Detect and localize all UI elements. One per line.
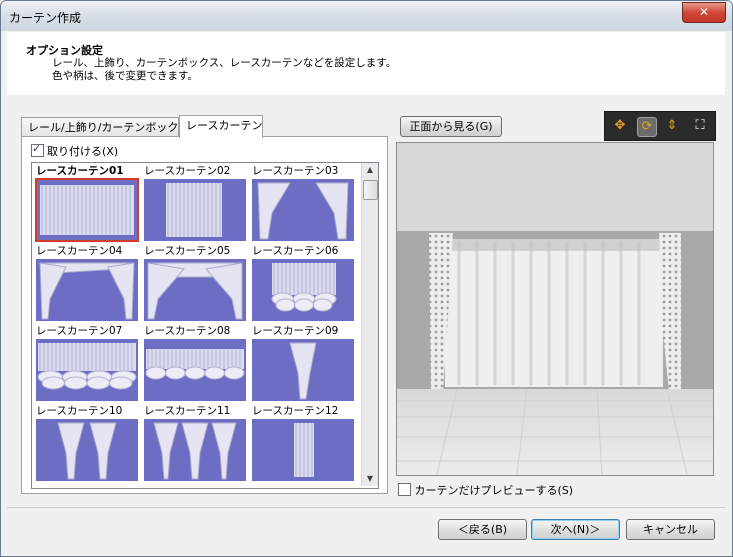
curtain-thumbnail[interactable] [36, 339, 138, 401]
footer-divider [7, 507, 725, 508]
attach-checkbox-row[interactable]: 取り付ける(X) [31, 142, 118, 159]
front-view-button[interactable]: 正面から見る(G) [400, 116, 502, 137]
move-icon[interactable]: ✥ [611, 117, 629, 135]
curtain-item[interactable]: レースカーテン09 [252, 325, 356, 405]
curtain-item[interactable]: レースカーテン06 [252, 245, 356, 325]
content-area: レール/上飾り/カーテンボックス レースカーテン 取り付ける(X) レースカーテ… [7, 95, 725, 507]
curtain-item[interactable]: レースカーテン07 [36, 325, 140, 405]
curtain-thumbnail[interactable] [35, 178, 139, 242]
curtain-item-caption: レースカーテン02 [144, 165, 231, 177]
curtain-item[interactable]: レースカーテン11 [144, 405, 248, 485]
curtain-item[interactable]: レースカーテン03 [252, 165, 356, 245]
curtain-thumbnail-art [166, 183, 222, 237]
curtain-only-label[interactable]: カーテンだけプレビューする(S) [415, 484, 574, 497]
curtain-thumbnail-art [153, 422, 237, 480]
curtain-item[interactable]: レースカーテン08 [144, 325, 248, 405]
close-button[interactable]: ✕ [682, 2, 726, 23]
header-description: レール、上飾り、カーテンボックス、レースカーテンなどを設定します。 色や柄は、後… [52, 57, 397, 82]
curtain-thumbnail[interactable] [144, 259, 246, 321]
curtain-item-caption: レースカーテン11 [144, 405, 231, 417]
next-button[interactable]: 次へ(N)＞ [531, 519, 620, 540]
curtain-item[interactable]: レースカーテン10 [36, 405, 140, 485]
curtain-item[interactable]: レースカーテン02 [144, 165, 248, 245]
curtain-item-caption: レースカーテン07 [36, 325, 123, 337]
curtain-item-caption: レースカーテン04 [36, 245, 123, 257]
curtain-thumbnail-art [37, 343, 137, 390]
preview-scene [397, 143, 713, 475]
curtain-thumbnail-art [38, 262, 135, 320]
ceiling [397, 143, 713, 231]
curtain-item-caption: レースカーテン08 [144, 325, 231, 337]
tab-lace-curtain[interactable]: レースカーテン [179, 115, 263, 138]
curtain-item-caption: レースカーテン05 [144, 245, 231, 257]
scroll-up-icon[interactable]: ▲ [362, 163, 378, 177]
preview-toolbar: ✥ ⟳ ⇕ ⛶ [604, 111, 716, 141]
back-button[interactable]: ＜戻る(B) [438, 519, 527, 540]
attach-checkbox-label[interactable]: 取り付ける(X) [47, 145, 118, 158]
scroll-thumb[interactable] [363, 180, 378, 200]
curtain-thumbnail[interactable] [252, 419, 354, 481]
lace-curtain-panel: 取り付ける(X) レースカーテン01レースカーテン02レースカーテン03レースカ… [21, 136, 388, 494]
curtain-item-caption: レースカーテン09 [252, 325, 339, 337]
curtain-gallery: レースカーテン01 レースカーテン02 レースカーテン03 レースカーテン04 レースカ… [31, 162, 379, 489]
curtain-item-caption: レースカーテン12 [252, 405, 339, 417]
curtain-thumbnail[interactable] [144, 179, 246, 241]
gallery-scrollbar[interactable]: ▲ ▼ [361, 163, 378, 486]
scroll-down-icon[interactable]: ▼ [362, 472, 378, 486]
curtain-item-caption: レースカーテン10 [36, 405, 123, 417]
floor [397, 389, 713, 475]
curtain-item-caption: レースカーテン06 [252, 245, 339, 257]
curtain-thumbnail-art [289, 342, 317, 400]
curtain-item[interactable]: レースカーテン04 [36, 245, 140, 325]
lace-panel [445, 239, 663, 387]
curtain-preview[interactable] [396, 142, 714, 476]
curtain-thumbnail[interactable] [252, 339, 354, 401]
curtain-thumbnail[interactable] [36, 259, 138, 321]
curtain-thumbnail-art [147, 262, 243, 320]
curtain-only-row[interactable]: カーテンだけプレビューする(S) [398, 482, 573, 498]
curtain-thumbnail[interactable] [144, 419, 246, 481]
curtain-item-caption: レースカーテン03 [252, 165, 339, 177]
curtain-thumbnail-art [294, 423, 314, 477]
curtain-item-caption: レースカーテン01 [36, 165, 124, 177]
title-bar[interactable]: カーテン作成 ✕ [1, 1, 732, 31]
curtain-thumbnail[interactable] [252, 179, 354, 241]
curtain-thumbnail[interactable] [36, 419, 138, 481]
tab-rail-valance-box[interactable]: レール/上飾り/カーテンボックス [21, 117, 189, 137]
curtain-thumbnail[interactable] [144, 339, 246, 401]
fit-icon[interactable]: ⛶ [691, 117, 709, 135]
curtain-item[interactable]: レースカーテン01 [35, 165, 140, 245]
curtain-only-checkbox[interactable] [398, 483, 411, 496]
curtain-item[interactable]: レースカーテン05 [144, 245, 248, 325]
curtain-thumbnail-art [257, 182, 349, 240]
attach-checkbox[interactable] [31, 142, 44, 157]
window-title: カーテン作成 [9, 11, 82, 25]
curtain-thumbnail-art [145, 349, 245, 380]
curtain-thumbnail-art [57, 422, 117, 480]
header-title: オプション設定 [26, 44, 103, 57]
vertical-move-icon[interactable]: ⇕ [663, 117, 681, 135]
curtain-thumbnail[interactable] [252, 259, 354, 321]
cancel-button[interactable]: キャンセル [626, 519, 715, 540]
curtain-wizard-window: カーテン作成 ✕ オプション設定 レール、上飾り、カーテンボックス、レースカーテ… [0, 0, 733, 557]
wizard-header: オプション設定 レール、上飾り、カーテンボックス、レースカーテンなどを設定します… [7, 32, 725, 96]
curtain-thumbnail-art [40, 185, 134, 235]
curtain-thumbnail-art [271, 263, 337, 312]
curtain-item[interactable]: レースカーテン12 [252, 405, 356, 485]
rotate-icon[interactable]: ⟳ [637, 117, 657, 137]
